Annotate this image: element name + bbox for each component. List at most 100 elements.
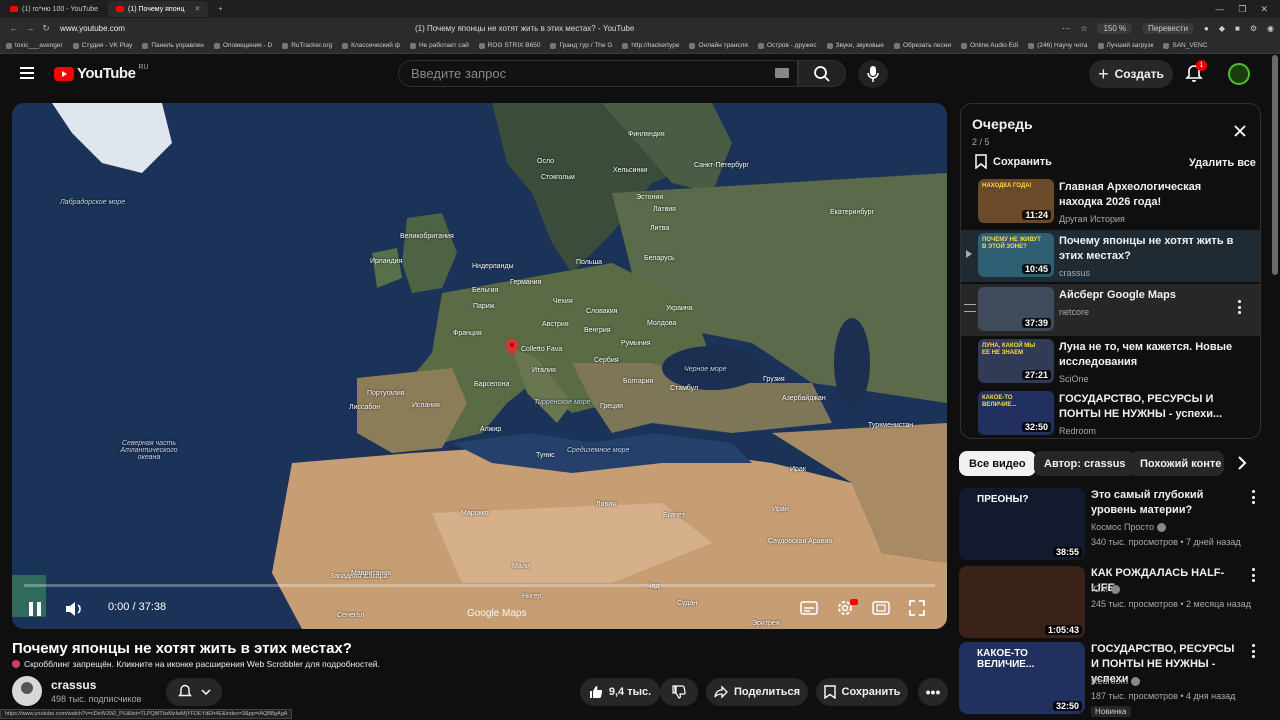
bookmark-favicon-icon — [6, 42, 12, 49]
bookmark-label: RuTracker.org — [291, 42, 333, 49]
bookmark-item[interactable]: Online Audio Edi — [961, 42, 1018, 49]
keyboard-icon[interactable] — [775, 68, 789, 78]
drag-handle-icon[interactable] — [964, 304, 976, 312]
bookmark-item[interactable]: Остров - дружес — [757, 42, 817, 49]
map-label: Ирландия — [370, 258, 403, 265]
save-button[interactable]: Сохранить — [816, 678, 908, 706]
recommended-channel[interactable]: IGM — [1091, 584, 1120, 594]
dislike-button[interactable] — [660, 678, 698, 706]
queue-save-button[interactable]: Сохранить — [975, 154, 1052, 169]
more-icon[interactable]: ⋯ — [1062, 24, 1070, 33]
map-label: Бельгия — [472, 287, 499, 294]
profile-icon[interactable]: ◉ — [1267, 24, 1274, 33]
video-thumbnail[interactable]: ПРЕОНЫ? 38:55 — [959, 488, 1085, 560]
recommended-channel[interactable]: Redroom — [1091, 676, 1141, 686]
reload-icon[interactable]: ↻ — [38, 23, 54, 34]
channel-name[interactable]: crassus — [51, 678, 96, 692]
video-thumbnail[interactable]: 1:05:43 — [959, 566, 1085, 638]
bookmark-item[interactable]: Оповещения - D — [213, 42, 272, 49]
voice-search-button[interactable] — [858, 60, 888, 88]
create-button[interactable]: + Создать — [1089, 60, 1173, 88]
map-label: Румыния — [621, 340, 651, 347]
youtube-favicon-icon — [10, 6, 18, 12]
chevron-right-icon[interactable] — [1234, 455, 1250, 471]
more-vert-icon[interactable] — [1251, 644, 1255, 658]
bookmark-item[interactable]: http://hackertype — [622, 42, 679, 49]
minimize-icon[interactable]: — — [1215, 4, 1224, 15]
chip-related[interactable]: Похожий конте — [1130, 451, 1224, 476]
search-input[interactable]: Введите запрос — [398, 60, 798, 87]
more-vert-icon[interactable] — [1251, 490, 1255, 504]
queue-delete-all-button[interactable]: Удалить все — [1189, 157, 1256, 169]
recommended-video[interactable]: ПРЕОНЫ? 38:55 Это самый глубокий уровень м… — [959, 488, 1259, 562]
bookmark-item[interactable]: Гранд тур / The G — [550, 42, 612, 49]
bookmark-item[interactable]: Студия - VK Play — [72, 42, 132, 49]
queue-thumbnail[interactable]: НАХОДКА ГОДА! 11:24 — [978, 179, 1054, 223]
translate-button[interactable]: Перевести — [1142, 22, 1194, 34]
bookmark-item[interactable]: Звуки, звуковые — [826, 42, 884, 49]
back-icon[interactable]: ← — [6, 23, 22, 33]
video-thumbnail[interactable]: КАКОЕ-ТО ВЕЛИЧИЕ... 32:50 — [959, 642, 1085, 714]
more-vert-icon[interactable] — [1251, 568, 1255, 582]
progress-bar[interactable] — [24, 584, 935, 587]
bookmark-icon[interactable]: ☆ — [1080, 24, 1087, 33]
settings-icon[interactable]: ⚙ — [1250, 24, 1257, 33]
url-field[interactable]: www.youtube.com — [60, 24, 125, 33]
channel-avatar[interactable] — [12, 676, 42, 706]
chip-all-videos[interactable]: Все видео — [959, 451, 1036, 476]
queue-item[interactable]: НАХОДКА ГОДА! 11:24 Главная Археологическа… — [961, 176, 1260, 228]
queue-item[interactable]: ПОЧЕМУ НЕ ЖИВУТ В ЭТОЙ ЗОНЕ? 10:45 Почему … — [961, 230, 1260, 282]
queue-thumbnail[interactable]: ЛУНА, КАКОЙ МЫ ЕЕ НЕ ЗНАЕМ 27:21 — [978, 339, 1054, 383]
subtitles-icon[interactable] — [800, 599, 818, 617]
close-window-icon[interactable]: ✕ — [1260, 4, 1268, 15]
close-tab-icon[interactable]: ✕ — [195, 5, 201, 13]
zoom-level[interactable]: 150 % — [1097, 22, 1133, 34]
forward-icon[interactable]: → — [22, 23, 38, 33]
more-vert-icon[interactable] — [1237, 300, 1241, 314]
menu-icon[interactable] — [20, 67, 34, 79]
chip-author[interactable]: Автор: crassus — [1034, 451, 1136, 476]
youtube-logo[interactable]: YouTube RU — [54, 64, 149, 82]
recommended-video[interactable]: 1:05:43 КАК РОЖДАЛАСЬ HALF-LIFE IGM 245 тыс… — [959, 566, 1259, 640]
bookmark-item[interactable]: Онлайн трансля — [689, 42, 748, 49]
queue-thumbnail[interactable]: КАКОЕ-ТО ВЕЛИЧИЕ... 32:50 — [978, 391, 1054, 435]
subscription-bell-button[interactable] — [166, 678, 222, 706]
search-button[interactable] — [798, 60, 846, 87]
extension-icon[interactable]: ■ — [1235, 24, 1240, 33]
video-player[interactable]: Финляндия Осло Стокгольм Хельсинки Санкт-Пет… — [12, 103, 947, 629]
bookmark-item[interactable]: RuTracker.org — [282, 42, 332, 49]
more-actions-button[interactable]: ••• — [918, 678, 948, 706]
bookmark-item[interactable]: toxic___avenger — [6, 42, 63, 49]
bookmark-item[interactable]: (246) Научу чита — [1028, 42, 1088, 49]
share-button[interactable]: Поделиться — [706, 678, 808, 706]
bookmark-item[interactable]: Обрезать песни — [893, 42, 951, 49]
queue-item[interactable]: 37:39 Айсберг Google Maps netcore — [961, 284, 1260, 336]
volume-icon[interactable] — [64, 600, 84, 618]
like-button[interactable]: 9,4 тыс. — [580, 678, 660, 706]
close-icon[interactable] — [1233, 124, 1247, 138]
theater-mode-icon[interactable] — [872, 599, 890, 617]
bookmark-item[interactable]: Не работает сай — [409, 42, 469, 49]
queue-item[interactable]: КАКОЕ-ТО ВЕЛИЧИЕ... 32:50 ГОСУДАРСТВО, РЕС… — [961, 388, 1260, 438]
bookmark-item[interactable]: ROG STRIX B650 — [478, 42, 540, 49]
extension-icon[interactable]: ◆ — [1219, 24, 1225, 33]
browser-tab-active[interactable]: (1) Почему японц ✕ — [108, 1, 209, 17]
bookmark-item[interactable]: Классический ф — [342, 42, 400, 49]
queue-position: 2 / 5 — [972, 137, 990, 147]
new-tab-button[interactable]: + — [210, 1, 230, 17]
bookmark-item[interactable]: Лучший загрузк — [1097, 42, 1153, 49]
bookmark-item[interactable]: SAN_VENC — [1163, 42, 1207, 49]
bookmark-item[interactable]: Панель управлен — [142, 42, 204, 49]
fullscreen-icon[interactable] — [908, 599, 926, 617]
queue-thumbnail[interactable]: 37:39 — [978, 287, 1054, 331]
pause-icon[interactable] — [24, 599, 46, 619]
browser-tab[interactable]: (1) го*ню 100 - YouTube — [2, 1, 106, 17]
queue-item[interactable]: ЛУНА, КАКОЙ МЫ ЕЕ НЕ ЗНАЕМ 27:21 Луна не т… — [961, 336, 1260, 388]
maximize-icon[interactable]: ❐ — [1238, 4, 1246, 15]
recommended-video[interactable]: КАКОЕ-ТО ВЕЛИЧИЕ... 32:50 ГОСУДАРСТВО, РЕС… — [959, 642, 1259, 717]
extension-icon[interactable]: ● — [1204, 24, 1209, 33]
queue-thumbnail[interactable]: ПОЧЕМУ НЕ ЖИВУТ В ЭТОЙ ЗОНЕ? 10:45 — [978, 233, 1054, 277]
page-scrollbar[interactable] — [1272, 55, 1278, 275]
account-avatar[interactable] — [1228, 63, 1250, 85]
recommended-channel[interactable]: Космос Просто — [1091, 522, 1166, 532]
